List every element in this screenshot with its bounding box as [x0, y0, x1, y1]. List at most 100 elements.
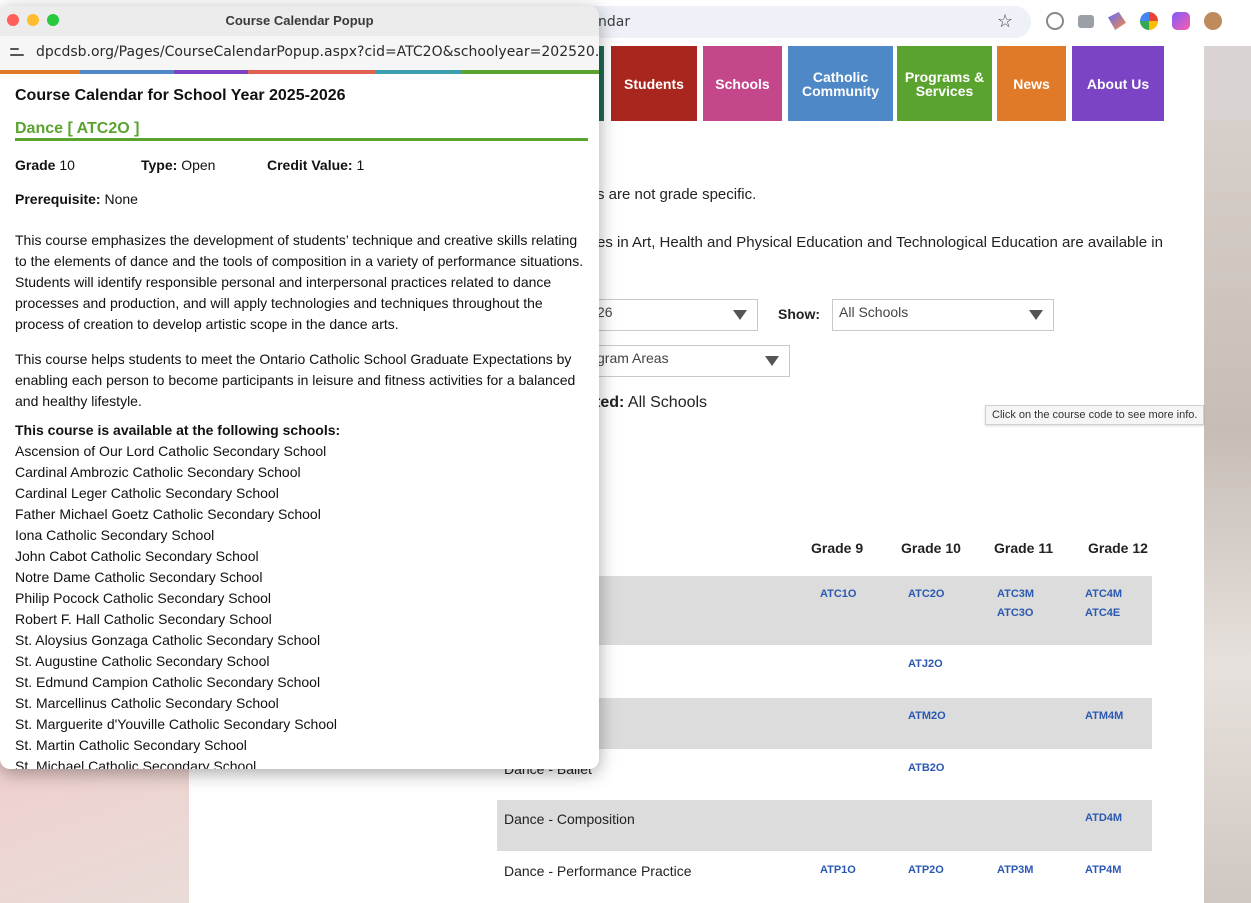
course-code-link[interactable]: ATC4E: [1085, 607, 1120, 619]
school-list-item: Father Michael Goetz Catholic Secondary …: [15, 506, 321, 522]
course-code-link[interactable]: ATP3M: [997, 864, 1033, 876]
stripe-segment: [174, 70, 248, 74]
credit-info: Credit Value: 1: [267, 155, 364, 176]
grade-12-header: Grade 12: [1088, 540, 1148, 556]
nav-about-us-label: About Us: [1086, 75, 1150, 92]
address-bar[interactable]: ndar ☆: [560, 6, 1031, 38]
course-area-name: Dance - Performance Practice: [504, 863, 692, 879]
stripe-segment: [248, 70, 376, 74]
prerequisite-value: None: [104, 191, 138, 207]
course-code-link[interactable]: ATC2O: [908, 588, 944, 600]
school-year-select[interactable]: 26: [590, 299, 758, 331]
course-code-link[interactable]: ATC3M: [997, 588, 1034, 600]
grade-10-header: Grade 10: [901, 540, 961, 556]
course-code-link[interactable]: ATD4M: [1085, 812, 1122, 824]
course-code-link[interactable]: ATC1O: [820, 588, 856, 600]
password-manager-icon[interactable]: [1046, 12, 1064, 30]
school-list-item: St. Edmund Campion Catholic Secondary Sc…: [15, 674, 321, 690]
course-code-link[interactable]: ATJ2O: [908, 658, 943, 670]
chevron-down-icon: [1029, 310, 1043, 320]
school-list-item: St. Augustine Catholic Secondary School: [15, 653, 270, 669]
selected-schools-line: ted: All Schools: [595, 394, 707, 412]
school-list-item: Cardinal Ambrozic Catholic Secondary Sch…: [15, 464, 301, 480]
course-area-name: Dance - Composition: [504, 811, 635, 827]
course-code-link[interactable]: ATC4M: [1085, 588, 1122, 600]
school-list-item: Robert F. Hall Catholic Secondary School: [15, 611, 272, 627]
nav-students[interactable]: Students: [611, 46, 697, 121]
schools-heading: This course is available at the followin…: [15, 422, 341, 438]
course-code-link[interactable]: ATC3O: [997, 607, 1033, 619]
selected-value: All Schools: [627, 394, 708, 411]
popup-titlebar[interactable]: Course Calendar Popup: [0, 6, 599, 36]
intro-line-2: es in Art, Health and Physical Education…: [597, 234, 1163, 251]
nav-programs-services[interactable]: Programs & Services: [897, 46, 992, 121]
school-list-item: John Cabot Catholic Secondary School: [15, 548, 259, 564]
course-description: This course emphasizes the development o…: [15, 232, 584, 332]
prerequisite-info: Prerequisite: None: [15, 189, 138, 210]
nav-about-us[interactable]: About Us: [1072, 46, 1164, 121]
nav-students-label: Students: [624, 75, 684, 92]
selected-prefix: ted:: [595, 394, 625, 411]
course-code-link[interactable]: ATM4M: [1085, 710, 1123, 722]
school-list-item: Cardinal Leger Catholic Secondary School: [15, 485, 279, 501]
show-label: Show:: [778, 306, 820, 322]
site-nav: Students Schools Catholic Community Prog…: [596, 46, 1204, 121]
popup-heading: Course Calendar for School Year 2025-202…: [15, 87, 346, 104]
nav-news[interactable]: News: [997, 46, 1066, 121]
intro-line-1: s are not grade specific.: [597, 186, 757, 203]
chevron-down-icon: [765, 356, 779, 366]
graduate-expectations: This course helps students to meet the O…: [15, 351, 576, 409]
school-list-item: St. Martin Catholic Secondary School: [15, 737, 247, 753]
site-settings-icon[interactable]: [10, 46, 24, 58]
school-list-item: St. Marcellinus Catholic Secondary Schoo…: [15, 695, 279, 711]
course-code-link[interactable]: ATP2O: [908, 864, 944, 876]
stripe-segment: [462, 70, 599, 74]
table-row: Dance - Composition ATD4M: [497, 800, 1152, 851]
school-list-item: St. Aloysius Gonzaga Catholic Secondary …: [15, 632, 321, 648]
bookmark-star-icon[interactable]: ☆: [997, 11, 1013, 32]
course-code-link[interactable]: ATM2O: [908, 710, 946, 722]
cookie-icon[interactable]: [1204, 12, 1222, 30]
grade-label: Grade: [15, 157, 56, 173]
course-code-link[interactable]: ATP4M: [1085, 864, 1121, 876]
course-code-link[interactable]: ATP1O: [820, 864, 856, 876]
nav-schools[interactable]: Schools: [703, 46, 782, 121]
program-area-select[interactable]: gram Areas: [590, 345, 790, 377]
extension-icons: [1046, 12, 1222, 30]
school-year-value: 26: [597, 304, 613, 320]
popup-window-title: Course Calendar Popup: [225, 13, 374, 28]
nav-programs-services-label: Programs & Services: [904, 68, 985, 99]
type-value: Open: [181, 157, 216, 173]
brand-color-stripe: [0, 70, 599, 74]
stripe-segment: [0, 70, 80, 74]
camera-icon[interactable]: [1078, 15, 1094, 28]
course-code-link[interactable]: ATB2O: [908, 762, 944, 774]
nav-catholic-community-label: Catholic Community: [802, 68, 879, 99]
nav-catholic-community[interactable]: Catholic Community: [788, 46, 893, 121]
show-schools-value: All Schools: [839, 304, 909, 320]
address-text: ndar: [598, 14, 631, 30]
grade-value: 10: [59, 157, 75, 173]
grade-11-header: Grade 11: [994, 540, 1054, 556]
course-divider: [15, 138, 588, 141]
show-schools-select[interactable]: All Schools: [832, 299, 1054, 331]
credit-value: 1: [356, 157, 365, 173]
background-desktop-right: [1204, 120, 1251, 903]
table-row: Dance - Performance Practice ATP1O ATP2O AT…: [497, 852, 1152, 903]
prerequisite-label: Prerequisite:: [15, 191, 101, 207]
school-list-item: St. Michael Catholic Secondary School: [15, 758, 257, 769]
chevron-down-icon: [733, 310, 747, 320]
program-area-value: gram Areas: [597, 350, 669, 366]
popup-url-bar[interactable]: dpcdsb.org/Pages/CourseCalendarPopup.asp…: [0, 36, 599, 70]
course-calendar-popup: Course Calendar Popup dpcdsb.org/Pages/C…: [0, 6, 599, 769]
course-name: Dance [ ATC2O ]: [15, 120, 140, 137]
google-extension-icon[interactable]: [1140, 12, 1158, 30]
school-list-item: Ascension of Our Lord Catholic Secondary…: [15, 443, 327, 459]
gradient-extension-icon[interactable]: [1172, 12, 1190, 30]
course-code-tooltip: Click on the course code to see more inf…: [985, 405, 1205, 425]
type-label: Type:: [141, 157, 178, 173]
nav-schools-label: Schools: [715, 75, 770, 92]
school-list: Ascension of Our Lord Catholic Secondary…: [15, 441, 337, 769]
nav-news-label: News: [1013, 75, 1050, 92]
extension-arrow-icon[interactable]: [1108, 12, 1126, 30]
